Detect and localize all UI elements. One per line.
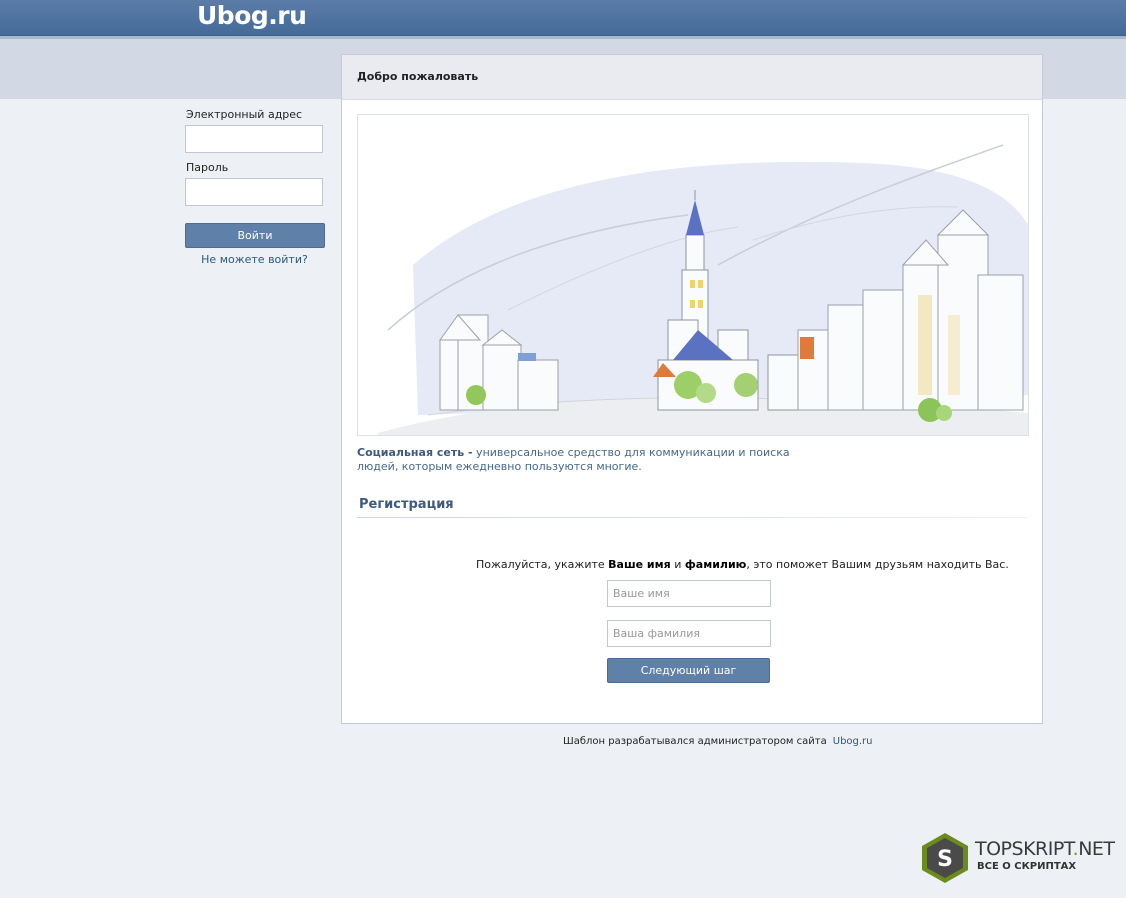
footer-link[interactable]: Ubog.ru [833, 736, 873, 747]
watermark-brand: TOPSKRIPT.NET [975, 838, 1115, 860]
footer-text: Шаблон разрабатывался администратором са… [563, 736, 827, 747]
description-bold: Социальная сеть - [357, 446, 473, 459]
brand-name: TOPSKRIPT [975, 838, 1073, 860]
password-label: Пароль [186, 161, 229, 174]
registration-prompt: Пожалуйста, укажите Ваше имя и фамилию, … [476, 558, 1009, 571]
network-description: Социальная сеть - универсальное средство… [357, 446, 817, 474]
panel-title: Добро пожаловать [357, 70, 479, 83]
prompt-text-1: Пожалуйста, укажите [476, 558, 609, 571]
prompt-bold-name: Ваше имя [608, 558, 671, 571]
forgot-password-link[interactable]: Не можете войти? [185, 253, 324, 266]
watermark-tagline: ВСЕ О СКРИПТАХ [977, 861, 1077, 872]
topskript-logo-icon: S [922, 833, 968, 883]
password-input[interactable] [185, 178, 323, 206]
topskript-watermark: S TOPSKRIPT.NET ВСЕ О СКРИПТАХ [920, 830, 1120, 886]
last-name-input[interactable] [607, 620, 771, 647]
login-button[interactable]: Войти [185, 223, 325, 248]
prompt-text-2: и [670, 558, 685, 571]
email-label: Электронный адрес [186, 108, 303, 121]
footer: Шаблон разрабатывался администратором са… [563, 736, 873, 747]
prompt-bold-surname: фамилию [684, 558, 747, 571]
registration-divider [357, 517, 1027, 518]
panel-header: Добро пожаловать [342, 55, 1042, 100]
welcome-panel: Добро пожаловать Социальная сеть - униве… [341, 54, 1043, 724]
city-illustration [357, 114, 1029, 436]
prompt-text-3: , это поможет Вашим друзьям находить Вас… [746, 558, 1009, 571]
top-header-bar: Ubog.ru [0, 0, 1126, 36]
logo-letter: S [937, 847, 953, 872]
next-step-button[interactable]: Следующий шаг [607, 658, 770, 683]
email-input[interactable] [185, 125, 323, 153]
city-sketch-image [378, 144, 1028, 435]
first-name-input[interactable] [607, 580, 771, 607]
site-logo[interactable]: Ubog.ru [197, 1, 307, 30]
registration-title: Регистрация [359, 497, 454, 512]
brand-tld: NET [1078, 838, 1115, 860]
